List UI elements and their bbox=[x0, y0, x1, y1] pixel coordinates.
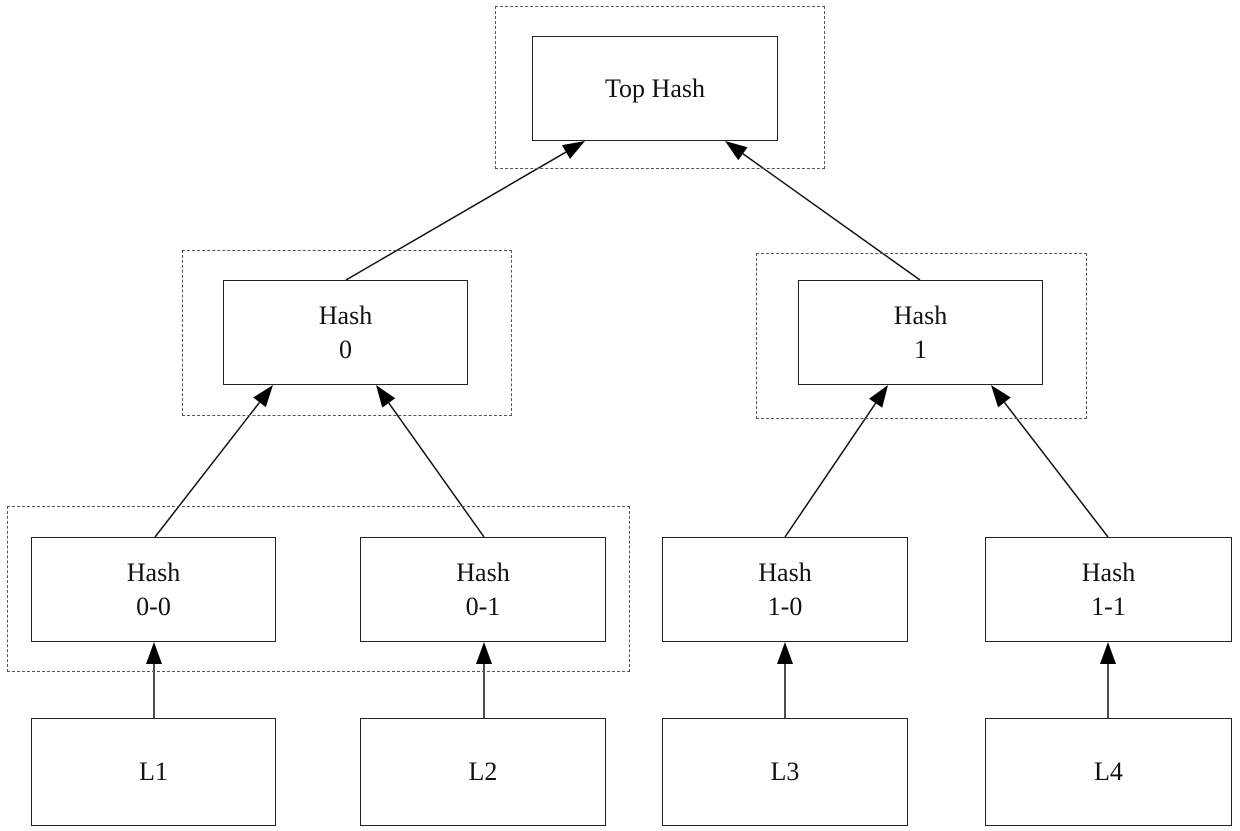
node-label: Hash bbox=[1081, 557, 1136, 587]
node-label: Hash bbox=[893, 300, 948, 330]
node-hash-0: Hash 0 bbox=[223, 280, 468, 385]
node-hash-0-0: Hash 0-0 bbox=[31, 537, 276, 642]
node-label: Hash bbox=[456, 557, 510, 587]
node-leaf-l1: L1 bbox=[31, 718, 276, 826]
node-label: Hash bbox=[758, 557, 812, 587]
arrowhead-icon bbox=[777, 642, 793, 664]
node-index: 0-1 bbox=[465, 591, 501, 621]
node-leaf-l4: L4 bbox=[985, 718, 1232, 826]
node-index: 1-1 bbox=[1091, 591, 1126, 621]
node-leaf-l3: L3 bbox=[662, 718, 908, 826]
node-label: L2 bbox=[468, 757, 498, 786]
node-hash-0-1: Hash 0-1 bbox=[360, 537, 606, 642]
node-top-hash: Top Hash bbox=[532, 36, 778, 141]
edge-h10-to-h1 bbox=[784, 402, 877, 538]
node-index: 0 bbox=[339, 334, 352, 364]
edge-h11-to-h1 bbox=[1003, 401, 1109, 538]
node-leaf-l2: L2 bbox=[360, 718, 606, 826]
node-label: Top Hash bbox=[604, 73, 705, 103]
arrowhead-icon bbox=[1100, 642, 1116, 664]
node-index: 1-0 bbox=[767, 591, 803, 621]
node-index: 0-0 bbox=[136, 591, 171, 621]
node-label: L1 bbox=[139, 757, 168, 786]
node-hash-1-1: Hash 1-1 bbox=[985, 537, 1232, 642]
node-index: 1 bbox=[914, 334, 927, 364]
node-hash-1-0: Hash 1-0 bbox=[662, 537, 908, 642]
node-hash-1: Hash 1 bbox=[798, 280, 1043, 385]
merkle-tree-diagram: Top Hash Hash 0 Hash 1 Hash 0-0 Hash 0-1… bbox=[0, 0, 1240, 831]
node-label: Hash bbox=[318, 300, 373, 330]
node-label: L3 bbox=[770, 757, 800, 786]
node-label: Hash bbox=[126, 557, 181, 587]
node-label: L4 bbox=[1094, 757, 1123, 786]
